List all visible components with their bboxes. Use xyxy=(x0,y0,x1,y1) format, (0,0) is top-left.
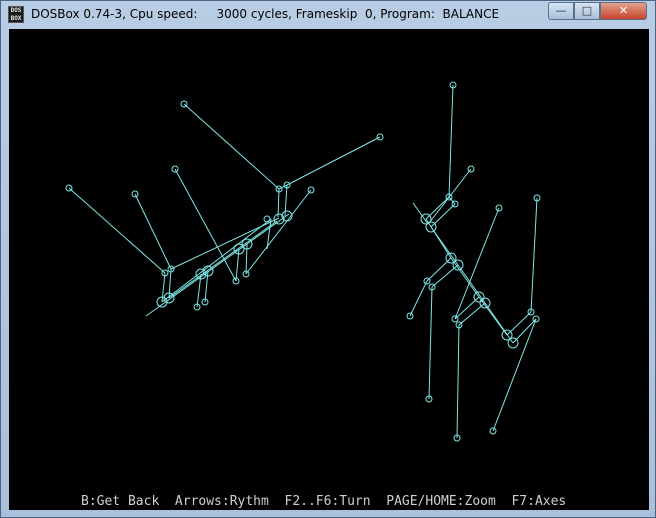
right-figure xyxy=(406,81,541,442)
window-title: DOSBox 0.74-3, Cpu speed: 3000 cycles, F… xyxy=(31,7,500,21)
balance-figure-drawing xyxy=(65,81,541,442)
minimize-button[interactable]: — xyxy=(548,2,574,20)
dos-screen[interactable]: B:Get Back Arrows:Rythm F2..F6:Turn PAGE… xyxy=(9,29,649,510)
maximize-button[interactable]: □ xyxy=(574,2,600,20)
dosbox-window: DOS BOX DOSBox 0.74-3, Cpu speed: 3000 c… xyxy=(0,0,656,518)
left-figure xyxy=(65,100,384,317)
dosbox-app-icon[interactable]: DOS BOX xyxy=(8,6,24,23)
help-status-line: B:Get Back Arrows:Rythm F2..F6:Turn PAGE… xyxy=(81,494,567,509)
title-bar[interactable]: DOS BOX DOSBox 0.74-3, Cpu speed: 3000 c… xyxy=(1,1,655,29)
close-button[interactable]: ✕ xyxy=(600,2,647,20)
